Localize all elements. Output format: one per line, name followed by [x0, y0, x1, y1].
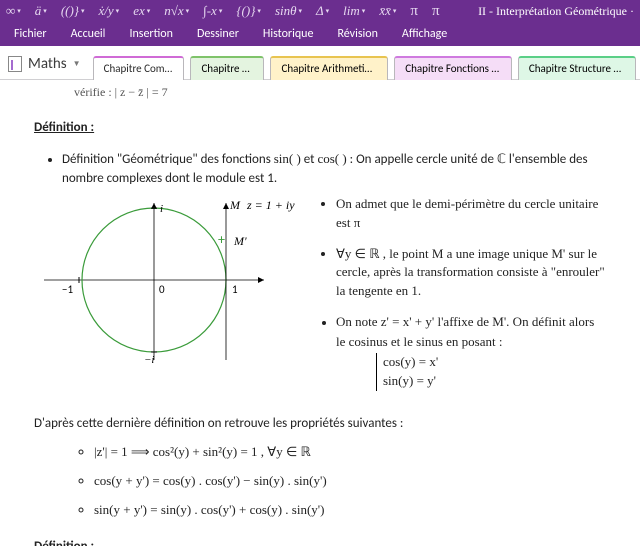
menu-fichier[interactable]: Fichier: [2, 23, 59, 45]
diag-label-negi: −i: [144, 354, 154, 365]
tab-chapitre-suite[interactable]: Chapitre Suite: [190, 56, 264, 80]
eq-paren-dropdown[interactable]: (()}▾: [61, 3, 85, 19]
property-1: |z'| = 1 ⟹ cos²(y) + sin²(y) = 1 , ∀y ∈ …: [94, 443, 606, 462]
eq-bar-dropdown[interactable]: x̄x̄▾: [379, 3, 396, 19]
diag-label-M: M: [229, 198, 241, 212]
definition-item-geom: Définition "Géométrique" des fonctions s…: [62, 150, 606, 189]
menu-accueil[interactable]: Accueil: [59, 23, 118, 45]
eq-integral-dropdown[interactable]: ∫-x▾: [203, 3, 222, 19]
side-note-1: On admet que le demi-périmètre du cercle…: [336, 195, 606, 233]
ribbon: ∞▾ ä▾ (()}▾ ẋ/y▾ ex▾ n√x▾ ∫-x▾ {()}▾ sin…: [0, 0, 640, 46]
side-note-3: On note z' = x' + y' l'affixe de M'. On …: [336, 313, 606, 390]
tab-chapitre-structure[interactable]: Chapitre Structure algéb…: [518, 56, 636, 80]
notebook-name: Maths: [28, 55, 67, 73]
unit-circle-diagram: M z = 1 + iy + M' −1 1 0 i −i: [34, 195, 304, 403]
eq-delta-dropdown[interactable]: Δ▾: [316, 3, 329, 19]
previous-line-fragment: vérifie : | z − z̄ | = 7: [74, 84, 606, 101]
menu-affichage[interactable]: Affichage: [390, 23, 459, 45]
equation-toolbar: ∞▾ ä▾ (()}▾ ẋ/y▾ ex▾ n√x▾ ∫-x▾ {()}▾ sin…: [0, 0, 640, 22]
menu-bar: Fichier Accueil Insertion Dessiner Histo…: [0, 22, 640, 46]
diag-label-Mp: M': [233, 234, 247, 248]
page-canvas[interactable]: vérifie : | z − z̄ | = 7 Définition : Dé…: [0, 80, 640, 546]
eq-braces-dropdown[interactable]: {()}▾: [236, 3, 261, 19]
eq-pi-button[interactable]: π: [410, 3, 418, 20]
chevron-down-icon: ▼: [73, 59, 81, 69]
diag-label-neg1: −1: [62, 283, 73, 296]
diagram-row: M z = 1 + iy + M' −1 1 0 i −i On admet q…: [34, 195, 606, 403]
property-3: sin(y + y') = sin(y) . cos(y') + cos(y) …: [94, 501, 606, 520]
diagram-side-notes: On admet que le demi-périmètre du cercle…: [336, 195, 606, 403]
tab-chapitre-fonctions[interactable]: Chapitre Fonctions réelles: [394, 56, 512, 80]
eq-exp-dropdown[interactable]: ex▾: [133, 3, 150, 19]
property-2: cos(y + y') = cos(y) . cos(y') − sin(y) …: [94, 472, 606, 491]
diag-label-1: 1: [232, 283, 238, 296]
eq-trig-dropdown[interactable]: sinθ▾: [275, 3, 302, 19]
menu-insertion[interactable]: Insertion: [117, 23, 185, 45]
section-tab-bar: Maths ▼ Chapitre Complexe Chapitre Suite…: [0, 46, 640, 80]
notebook-picker[interactable]: Maths ▼: [4, 53, 87, 79]
menu-dessiner[interactable]: Dessiner: [185, 23, 251, 45]
menu-historique[interactable]: Historique: [251, 23, 326, 45]
side-note-2: ∀y ∈ ℝ , le point M a une image unique M…: [336, 245, 606, 302]
eq-infinity-dropdown[interactable]: ∞▾: [6, 3, 21, 19]
definition-heading-2: Définition :: [34, 538, 606, 546]
properties-intro: D'après cette dernière définition on ret…: [34, 415, 606, 434]
eq-root-dropdown[interactable]: n√x▾: [164, 3, 189, 19]
svg-text:+: +: [218, 231, 225, 248]
menu-revision[interactable]: Révision: [325, 23, 389, 45]
eq-lim-dropdown[interactable]: lim▾: [343, 3, 365, 19]
diag-label-0: 0: [159, 283, 165, 296]
properties-block: D'après cette dernière définition on ret…: [34, 415, 606, 520]
eq-frac-dropdown[interactable]: ẋ/y▾: [99, 3, 120, 19]
tab-chapitre-arithmetique[interactable]: Chapitre Arithmetique d…: [270, 56, 388, 80]
eq-accent-dropdown[interactable]: ä▾: [35, 3, 47, 19]
diag-label-zeq: z = 1 + iy: [246, 198, 295, 212]
tab-chapitre-complexe[interactable]: Chapitre Complexe: [93, 56, 185, 80]
notebook-icon: [8, 56, 22, 72]
window-title: II - Interprétation Géométrique ·: [478, 4, 634, 19]
eq-pi-button-2[interactable]: π: [432, 3, 440, 20]
definition-heading: Définition :: [34, 119, 606, 138]
diag-label-i: i: [160, 203, 163, 215]
definition-list: Définition "Géométrique" des fonctions s…: [62, 150, 606, 189]
